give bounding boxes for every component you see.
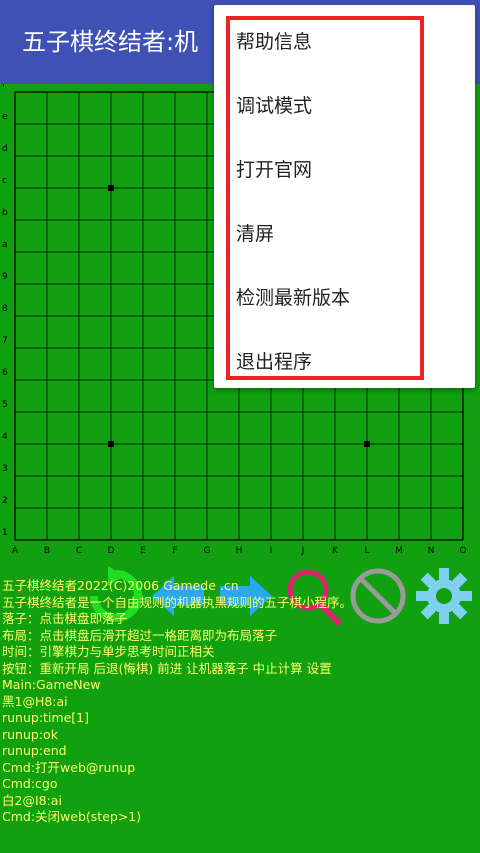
col-label: D	[108, 546, 115, 556]
log-line: runup:end	[2, 743, 67, 758]
row-label: 8	[2, 304, 8, 314]
col-label: M	[395, 546, 403, 556]
log-line: 落子：点击棋盘即落子	[2, 611, 128, 626]
log-line: 黑1@H8:ai	[2, 693, 68, 709]
log-line: 白2@I8:ai	[2, 792, 62, 808]
row-label: 3	[2, 464, 8, 474]
menu-highlight-box	[226, 16, 424, 380]
col-label: J	[301, 546, 305, 556]
log-line: runup:time[1]	[2, 710, 89, 725]
col-label: G	[204, 546, 211, 556]
col-label: N	[428, 546, 435, 556]
col-label: C	[76, 546, 82, 556]
star-point	[108, 185, 114, 191]
col-label: I	[270, 546, 273, 556]
star-point	[364, 441, 370, 447]
log-line: Cmd:关闭web(step>1)	[2, 809, 142, 824]
log-line: 时间：引擎棋力与单步思考时间正相关	[2, 644, 215, 659]
row-label: 2	[2, 496, 8, 506]
row-label: c	[2, 176, 7, 186]
row-label: 7	[2, 336, 8, 346]
log-line: 五子棋终结者是一个自由规则的机器执黑规则的五子棋小程序。	[2, 594, 353, 610]
log-line: 按钮：重新开局 后退(悔棋) 前进 让机器落子 中止计算 设置	[2, 660, 332, 676]
row-label: a	[2, 240, 8, 250]
col-label: B	[44, 546, 50, 556]
col-label: E	[140, 546, 146, 556]
row-label: e	[2, 112, 8, 122]
row-label: 9	[2, 272, 8, 282]
log-line: 布局：点击棋盘后滑开超过一格距离即为布局落子	[2, 627, 278, 643]
star-point	[108, 441, 114, 447]
log-line: runup:ok	[2, 726, 58, 742]
row-label: 6	[2, 368, 8, 378]
col-label: A	[12, 546, 19, 556]
log-line: Main:GameNew	[2, 677, 101, 692]
log-line: Cmd:打开web@runup	[2, 759, 136, 775]
message-log: 五子棋终结者2022(C)2006 Gamede .cn 五子棋终结者是一个自由规…	[2, 578, 478, 826]
row-label: 4	[2, 432, 8, 442]
col-label: O	[459, 546, 466, 556]
row-label: b	[2, 208, 8, 218]
log-line: Cmd:cgo	[2, 776, 58, 791]
row-label: 5	[2, 400, 8, 410]
col-label: F	[172, 546, 177, 556]
row-label: d	[2, 144, 8, 154]
row-label: 1	[2, 528, 8, 538]
col-label: H	[236, 546, 243, 556]
app-title: 五子棋终结者:机	[22, 28, 199, 56]
col-label: L	[364, 546, 369, 556]
log-line: 五子棋终结者2022(C)2006 Gamede .cn	[2, 578, 239, 593]
